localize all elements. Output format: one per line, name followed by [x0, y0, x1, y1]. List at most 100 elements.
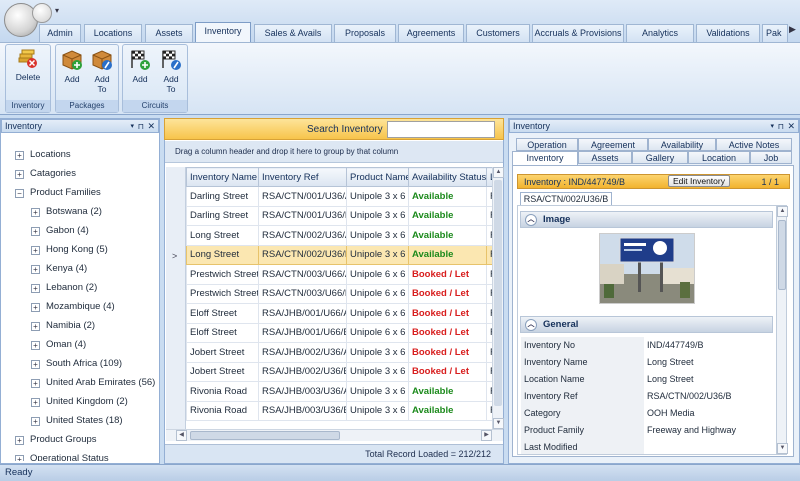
table-row[interactable]: Long Street RSA/CTN/002/U36/A Unipole 3 x …: [186, 225, 492, 246]
tree-node[interactable]: + Oman (4): [15, 335, 155, 354]
scroll-down-icon[interactable]: ▼: [493, 418, 504, 429]
expand-icon[interactable]: +: [31, 417, 40, 426]
tree-node[interactable]: + Catagories: [15, 164, 155, 183]
tree-node[interactable]: + United Arab Emirates (56): [15, 373, 155, 392]
tree-node[interactable]: + United Kingdom (2): [15, 392, 155, 411]
expand-icon[interactable]: +: [15, 170, 24, 179]
scroll-right-icon[interactable]: ▶: [481, 430, 492, 441]
table-row[interactable]: Long Street RSA/CTN/002/U36/B Unipole 3 x …: [186, 244, 492, 265]
detail-vertical-scrollbar[interactable]: ▲ ▼: [776, 205, 788, 455]
expand-icon[interactable]: +: [31, 208, 40, 217]
collapse-general-icon[interactable]: ︿: [525, 319, 537, 331]
detail-scroll-thumb[interactable]: [778, 220, 786, 290]
tab-location[interactable]: Location: [688, 151, 750, 164]
detail-scroll-up-icon[interactable]: ▲: [777, 206, 788, 217]
tab-sales-avails[interactable]: Sales & Avails: [254, 24, 332, 42]
tab-scroll-icon[interactable]: ▶: [789, 24, 796, 35]
tab-validations[interactable]: Validations: [696, 24, 760, 42]
detail-scroll-down-icon[interactable]: ▼: [777, 443, 788, 454]
tab-availability[interactable]: Availability: [648, 138, 716, 151]
grid-vertical-scrollbar[interactable]: ▲ ▼: [492, 167, 504, 429]
table-row[interactable]: Prestwich Street RSA/CTN/003/U66/A Unipole…: [186, 264, 492, 285]
quick-access-dropdown-icon[interactable]: ▾: [55, 6, 59, 15]
table-row[interactable]: Jobert Street RSA/JHB/002/U36/A Unipole 3 …: [186, 342, 492, 363]
horizontal-scroll-thumb[interactable]: [190, 431, 340, 440]
right-pin-icon[interactable]: ⊓: [778, 120, 784, 133]
vertical-scroll-thumb[interactable]: [494, 180, 502, 406]
table-row[interactable]: Eloff Street RSA/JHB/001/U66/A Unipole 6 x…: [186, 303, 492, 324]
expand-icon[interactable]: +: [15, 455, 24, 461]
expand-icon[interactable]: +: [31, 360, 40, 369]
tree-node[interactable]: + Kenya (4): [15, 259, 155, 278]
package-add-button[interactable]: Add: [58, 48, 86, 84]
tree-node[interactable]: + Botswana (2): [15, 202, 155, 221]
tree-node[interactable]: + Locations: [15, 145, 155, 164]
tree-node[interactable]: + Gabon (4): [15, 221, 155, 240]
table-row[interactable]: Prestwich Street RSA/CTN/003/U66/B Unipole…: [186, 283, 492, 304]
tree-node[interactable]: + Product Groups: [15, 430, 155, 449]
search-input[interactable]: [387, 121, 495, 138]
column-header-inventory-ref[interactable]: Inventory Ref: [258, 167, 347, 187]
expand-icon[interactable]: +: [15, 151, 24, 160]
circuit-add-button[interactable]: Add: [126, 48, 154, 84]
tab-admin[interactable]: Admin: [39, 24, 81, 42]
tree-node[interactable]: + Hong Kong (5): [15, 240, 155, 259]
tab-inventory[interactable]: Inventory: [195, 22, 251, 43]
column-header-inventory-name[interactable]: Inventory Name: [186, 167, 259, 187]
expand-icon[interactable]: +: [31, 284, 40, 293]
tree-node[interactable]: + Operational Status: [15, 449, 155, 461]
expand-icon[interactable]: +: [31, 303, 40, 312]
expand-icon[interactable]: +: [31, 322, 40, 331]
tab-agreements[interactable]: Agreements: [398, 24, 464, 42]
tab-customers[interactable]: Customers: [466, 24, 530, 42]
pin-icon[interactable]: ⊓: [138, 120, 144, 133]
column-header-availability-status[interactable]: Availability Status: [408, 167, 487, 187]
right-panel-menu-icon[interactable]: ▾: [770, 120, 774, 133]
tree-node[interactable]: + South Africa (109): [15, 354, 155, 373]
tab-analytics[interactable]: Analytics: [626, 24, 694, 42]
panel-menu-icon[interactable]: ▾: [130, 120, 134, 133]
tree-node[interactable]: + United States (18): [15, 411, 155, 430]
tree-node[interactable]: − Product Families: [15, 183, 155, 202]
table-row[interactable]: Darling Street RSA/CTN/001/U36/A Unipole 3…: [186, 186, 492, 207]
expand-icon[interactable]: +: [31, 227, 40, 236]
tab-active-notes[interactable]: Active Notes: [716, 138, 792, 151]
tab-gallery[interactable]: Gallery: [632, 151, 688, 164]
table-row[interactable]: Rivonia Road RSA/JHB/003/U36/B Unipole 3 x…: [186, 400, 492, 421]
tree-node[interactable]: + Namibia (2): [15, 316, 155, 335]
collapse-icon[interactable]: −: [15, 189, 24, 198]
tab-agreement[interactable]: Agreement: [578, 138, 648, 151]
tab-accruals-provisions[interactable]: Accruals & Provisions: [532, 24, 624, 42]
column-header-product-name[interactable]: Product Name: [346, 167, 409, 187]
grid-horizontal-scrollbar[interactable]: ◀ ▶: [166, 429, 503, 441]
expand-icon[interactable]: +: [15, 436, 24, 445]
expand-icon[interactable]: +: [31, 341, 40, 350]
tab-pak[interactable]: Pak: [762, 24, 788, 42]
expand-icon[interactable]: +: [31, 265, 40, 274]
expand-icon[interactable]: +: [31, 379, 40, 388]
tab-assets[interactable]: Assets: [145, 24, 193, 42]
circuit-add-to-button[interactable]: Add To: [157, 48, 185, 94]
delete-button[interactable]: Delete: [9, 48, 47, 82]
tab-assets-detail[interactable]: Assets: [578, 151, 632, 164]
right-close-icon[interactable]: ✕: [787, 120, 795, 133]
table-row[interactable]: Jobert Street RSA/JHB/002/U36/B Unipole 3 …: [186, 361, 492, 382]
general-section-header[interactable]: ︿ General: [520, 316, 773, 333]
tree-node[interactable]: + Mozambique (4): [15, 297, 155, 316]
tab-proposals[interactable]: Proposals: [334, 24, 396, 42]
table-row[interactable]: Darling Street RSA/CTN/001/U36/B Unipole 3…: [186, 205, 492, 226]
package-add-to-button[interactable]: Add To: [88, 48, 116, 94]
table-row[interactable]: Eloff Street RSA/JHB/001/U66/B Unipole 6 x…: [186, 322, 492, 343]
tab-inventory-detail[interactable]: Inventory: [512, 151, 578, 166]
expand-icon[interactable]: +: [31, 246, 40, 255]
close-icon[interactable]: ✕: [147, 120, 155, 133]
expand-icon[interactable]: +: [31, 398, 40, 407]
image-section-header[interactable]: ︿ Image: [520, 211, 773, 228]
tab-job[interactable]: Job: [750, 151, 792, 164]
quick-access-button[interactable]: [32, 3, 52, 23]
scroll-up-icon[interactable]: ▲: [493, 167, 504, 178]
tab-locations[interactable]: Locations: [84, 24, 142, 42]
scroll-left-icon[interactable]: ◀: [176, 430, 187, 441]
sub-tab-inventory-ref[interactable]: RSA/CTN/002/U36/B: [520, 192, 612, 206]
table-row[interactable]: Rivonia Road RSA/JHB/003/U36/A Unipole 3 x…: [186, 381, 492, 402]
